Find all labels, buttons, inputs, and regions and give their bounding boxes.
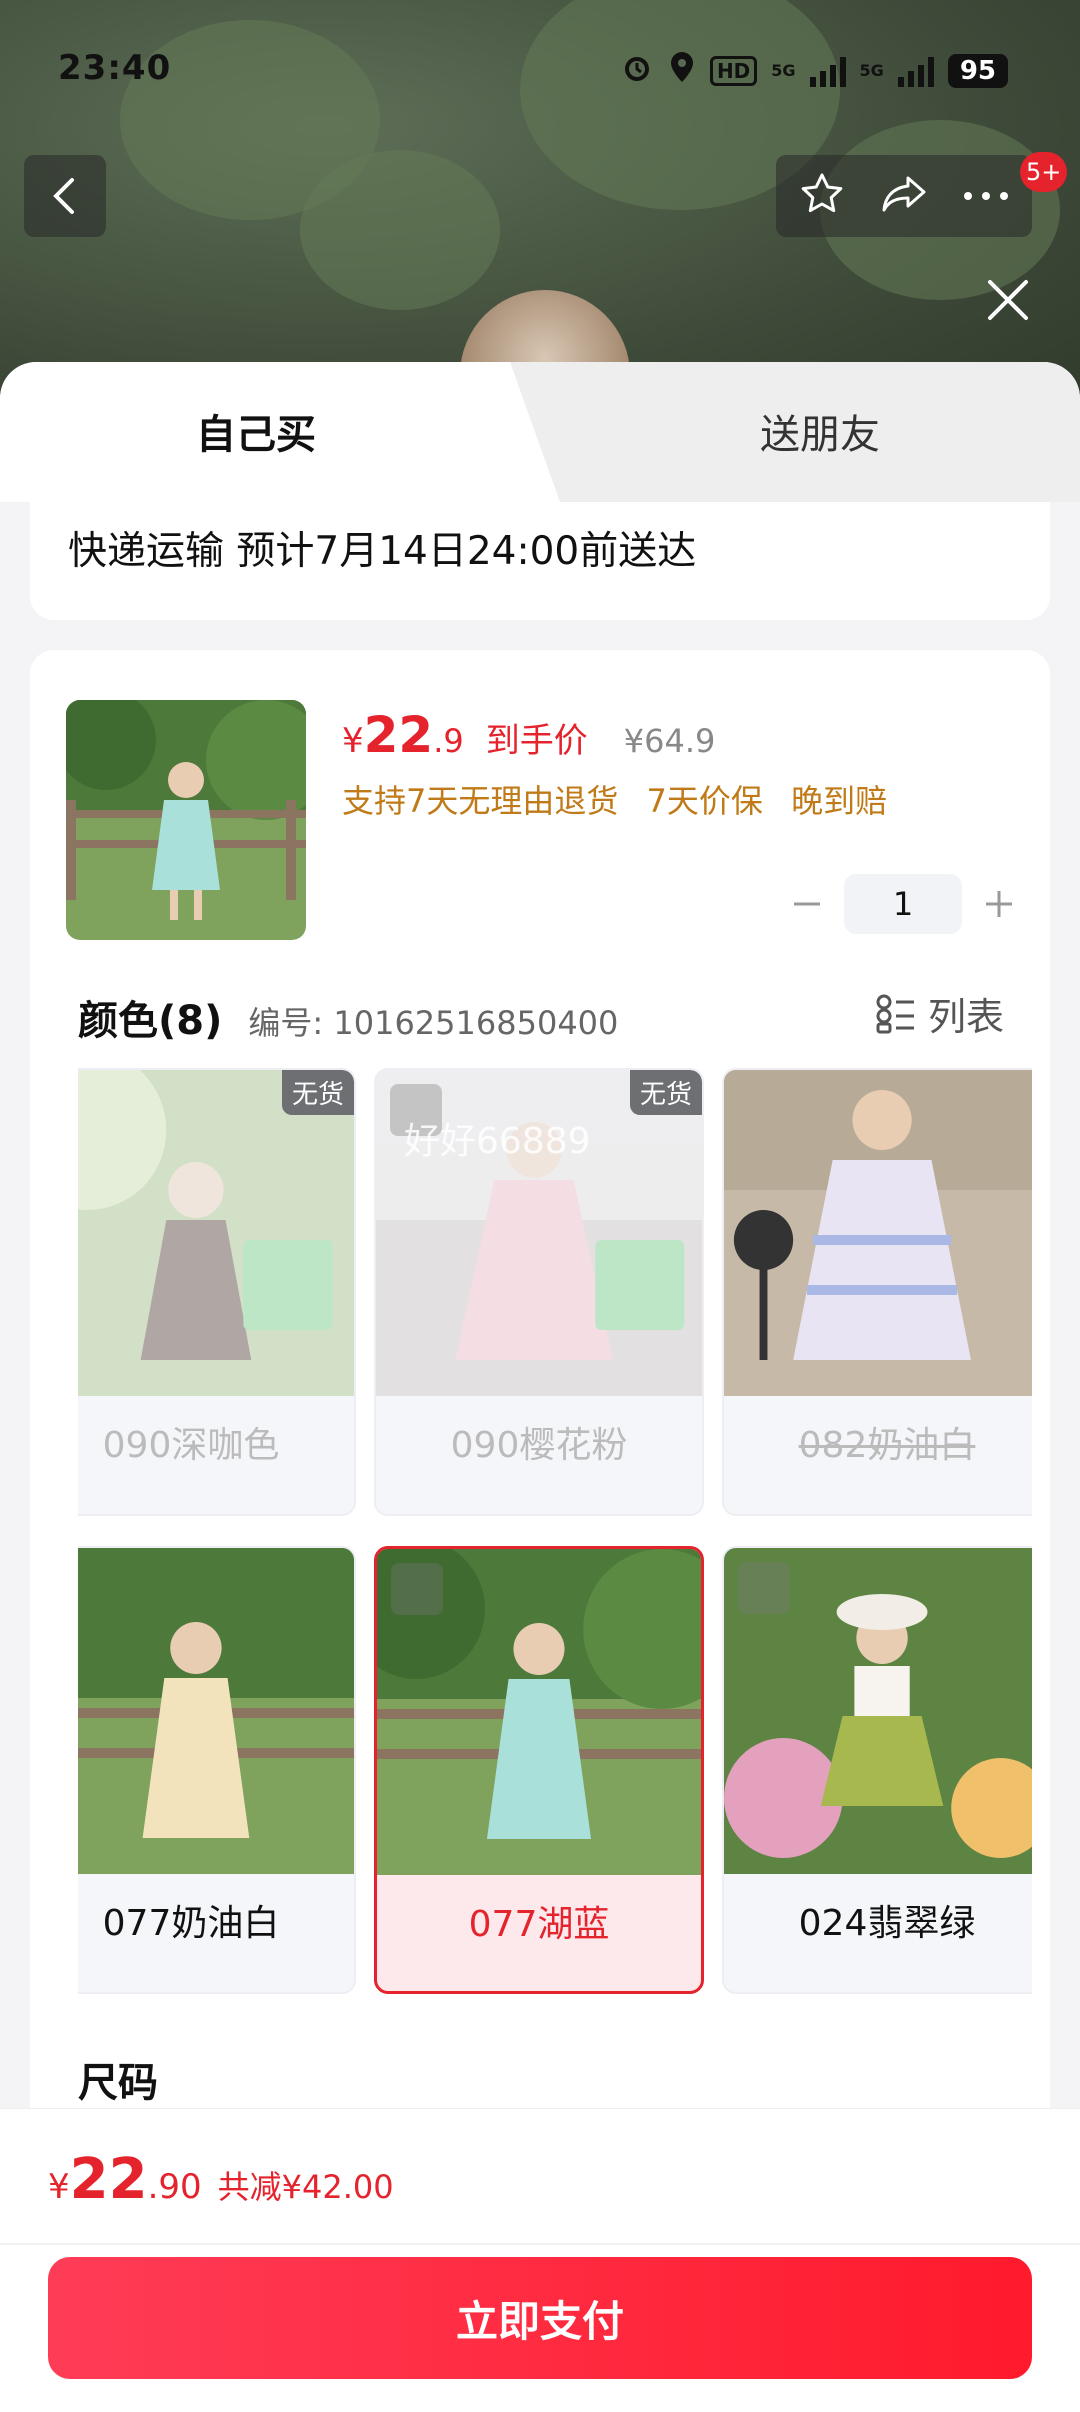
decrease-button[interactable] [770,874,844,934]
share-button[interactable] [878,170,930,222]
alarm-icon [620,50,654,91]
status-icons: HD 5G 5G 95 [620,50,1008,91]
color-option-090-sakura-pink[interactable]: 好好66889 无货 090樱花粉 [374,1068,704,1516]
shipping-card: 快递运输 预计7月14日24:00前送达 [30,502,1050,620]
total-decimal: .90 [147,2167,202,2207]
total-price: ¥ 22 .90 共减¥42.00 [48,2147,394,2212]
color-option-077-lake-blue[interactable]: 077湖蓝 [374,1546,704,1994]
color-option-082-cream-white[interactable]: 082奶油白 [722,1068,1032,1516]
service-promises: 支持7天无理由退货 7天价保 晚到赔 [342,776,905,822]
network-label-2: 5G [859,61,884,80]
status-time: 23:40 [58,48,172,88]
favorite-button[interactable] [798,170,846,222]
color-option-077-cream-white[interactable]: 077奶油白 [78,1546,356,1994]
list-view-label: 列表 [927,995,1004,1039]
purchase-sheet: 自己买 送朋友 快递运输 预计7月14日24:00前送达 ¥ 22 .9 到手价… [0,362,1080,2412]
promise-return: 支持7天无理由退货 [342,782,619,820]
color-option-label: 090深咖色 [102,1425,280,1466]
pay-now-button[interactable]: 立即支付 [48,2257,1032,2379]
network-label-1: 5G [771,61,796,80]
color-option-label: 082奶油白 [798,1425,976,1466]
more-button[interactable] [962,187,1010,206]
list-view-toggle[interactable]: 列表 [876,986,1004,1041]
total-currency: ¥ [48,2167,70,2207]
color-option-label: 090樱花粉 [450,1425,628,1466]
tab-bar: 自己买 送朋友 [0,362,1080,502]
quantity-stepper: 1 [770,874,1036,934]
final-price-label: 到手价 [485,721,588,761]
size-section-title: 尺码 [78,2060,158,2106]
tab-gift-friend[interactable]: 送朋友 [760,402,880,460]
tab-buy-self[interactable]: 自己买 [196,402,316,460]
share-icon [882,176,926,212]
price-decimal: .9 [433,722,464,760]
signal-icon-2 [897,55,934,87]
plus-icon [986,891,1012,917]
price-currency: ¥ [342,721,364,761]
watermark-text: 好好66889 [404,1121,591,1162]
quantity-value[interactable]: 1 [844,874,962,934]
expand-icon[interactable] [738,1562,790,1614]
shipping-text: 快递运输 预计7月14日24:00前送达 [68,529,697,574]
list-icon [876,994,914,1033]
promise-late-comp: 晚到赔 [791,782,888,820]
signal-icon-1 [809,55,846,87]
price-integer: 22 [363,706,434,764]
promise-price-protect: 7天价保 [646,782,763,820]
color-section-title: 颜色(8) [78,998,223,1044]
checkout-bar: ¥ 22 .90 共减¥42.00 立即支付 [0,2108,1080,2412]
color-option-label: 077湖蓝 [468,1904,610,1945]
close-icon [988,280,1028,320]
close-sheet-button[interactable] [980,272,1036,328]
total-savings: 共减¥42.00 [217,2168,394,2206]
color-option-090-deep-coffee[interactable]: 无货 090深咖色 [78,1068,356,1516]
original-price: ¥64.9 [623,722,716,760]
increase-button[interactable] [962,874,1036,934]
color-options-grid: 无货 090深咖色 好好66889 无货 090樱花粉 082奶油白 077奶油… [78,1068,1032,1998]
color-option-024-emerald-green[interactable]: 024翡翠绿 [722,1546,1032,1994]
sold-out-tag: 无货 [629,1070,702,1115]
star-icon [801,173,843,213]
back-button[interactable] [24,155,106,237]
product-code: 编号: 10162516850400 [248,1004,619,1042]
sold-out-tag: 无货 [281,1070,354,1115]
battery-indicator: 95 [947,53,1008,88]
status-bar: 23:40 HD 5G 5G 95 [0,0,1080,140]
color-section-header: 颜色(8) 编号: 10162516850400 [78,988,618,1046]
total-integer: 22 [69,2147,148,2212]
hd-icon: HD [709,55,758,86]
minus-icon [794,902,820,906]
location-icon [668,50,696,91]
notification-badge: 5+ [1020,152,1068,192]
chevron-left-icon [53,178,74,214]
expand-icon[interactable] [391,1563,443,1615]
top-action-group [776,155,1032,237]
more-dots-icon [964,191,1008,200]
color-option-label: 077奶油白 [102,1903,280,1944]
product-thumbnail[interactable] [66,700,306,940]
price-row: ¥ 22 .9 到手价 ¥64.9 [342,706,715,764]
color-option-label: 024翡翠绿 [798,1903,976,1944]
